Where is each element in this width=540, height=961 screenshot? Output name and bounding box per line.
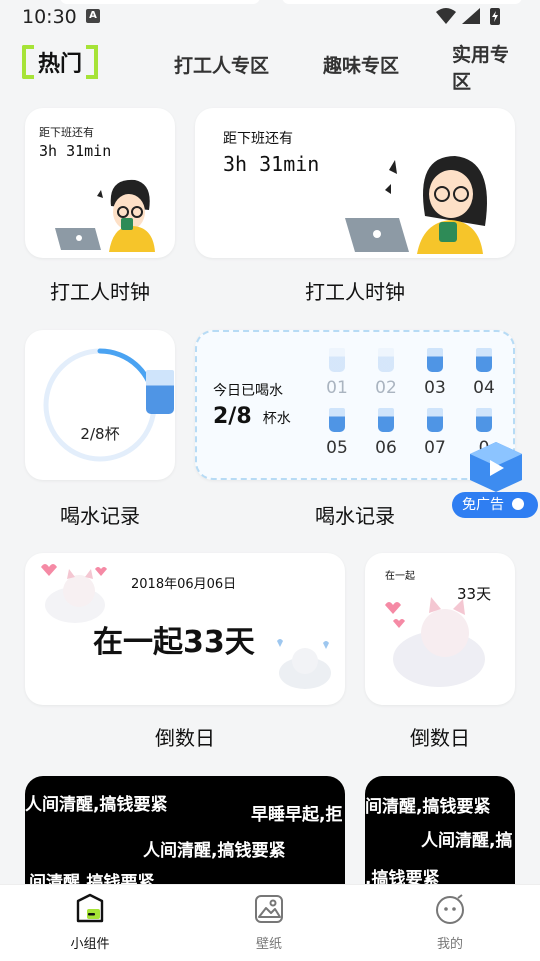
face-icon [436, 894, 464, 924]
water-cup-item[interactable]: 05 [315, 408, 359, 458]
water-cup-item[interactable]: 02 [364, 348, 408, 398]
tab-practical-label-2: 区 [452, 71, 472, 93]
nav-widgets-label: 小组件 [70, 937, 110, 952]
water-small-card[interactable]: 2/8杯 [25, 330, 175, 480]
notification-icon: A [86, 9, 100, 23]
nav-wallpaper-label: 壁纸 [255, 937, 282, 952]
nav-widgets[interactable]: 小组件 [50, 893, 130, 952]
cup-number: 02 [375, 378, 397, 398]
water-count-small: 2/8杯 [80, 425, 120, 443]
countdown-date: 2018年06月06日 [131, 577, 237, 592]
image-icon [255, 895, 283, 923]
tab-practical-label: 实用专 [452, 44, 510, 66]
previous-content-peek [282, 0, 522, 4]
work-clock-small-card[interactable]: 距下班还有 3h 31min [25, 108, 175, 258]
cup-number: 03 [424, 378, 446, 398]
work-clock-time-large: 3h 31min [223, 152, 320, 176]
work-clock-time: 3h 31min [39, 142, 112, 160]
water-count-large: 2/8 杯水 [213, 404, 291, 429]
tab-bracket-right [86, 45, 99, 79]
water-label-1: 喝水记录 [60, 504, 140, 528]
water-cup-icon [146, 370, 174, 414]
tab-worker[interactable]: 打工人专区 [174, 51, 269, 78]
previous-content-peek [60, 0, 260, 4]
cup-icon [427, 408, 443, 432]
countdown-label-1: 倒数日 [155, 726, 215, 750]
water-cup-item[interactable]: 01 [315, 348, 359, 398]
countdown-large-card[interactable]: 2018年06月06日 在一起33天 [25, 553, 345, 705]
tab-practical[interactable]: 实用专 区 [452, 40, 522, 94]
worker-illustration [55, 179, 155, 252]
countdown-label-2: 倒数日 [410, 726, 470, 750]
tab-hot-label: 热门 [38, 52, 83, 77]
cup-number: 07 [424, 438, 446, 458]
water-cup-item[interactable]: 07 [413, 408, 457, 458]
cup-number: 01 [326, 378, 348, 398]
tab-hot[interactable]: 热门 [22, 44, 99, 80]
cup-icon [378, 408, 394, 432]
quote-line: 人间清醒,搞钱要紧 [25, 795, 168, 815]
cup-icon [329, 348, 345, 372]
water-count-unit: 杯水 [262, 411, 291, 427]
tab-bracket-left [22, 45, 34, 79]
countdown-small-caption: 在一起 [385, 571, 415, 582]
signal-icon [462, 8, 480, 24]
status-icons [436, 8, 500, 25]
wifi-icon [436, 8, 456, 24]
cup-number: 04 [473, 378, 495, 398]
water-title: 今日已喝水 [213, 383, 283, 399]
cat-hug-illustration [385, 597, 485, 687]
water-cup-item[interactable]: 06 [364, 408, 408, 458]
quote-line: 早睡早起,拒 [251, 805, 343, 825]
work-clock-large-card[interactable]: 距下班还有 3h 31min [195, 108, 515, 258]
tab-fun[interactable]: 趣味专区 [323, 51, 399, 78]
quote-line: 人间清醒,搞钱要紧 [143, 841, 286, 861]
countdown-text: 在一起33天 [93, 625, 255, 660]
cup-icon [476, 408, 492, 432]
bottom-nav: 小组件 壁纸 我的 [0, 884, 540, 961]
cube-icon [470, 442, 522, 492]
work-clock-caption-large: 距下班还有 [223, 131, 293, 147]
work-clock-label-2: 打工人时钟 [305, 280, 405, 304]
cup-number: 06 [375, 438, 397, 458]
countdown-small-card[interactable]: 在一起 33天 [365, 553, 515, 705]
cup-icon [476, 348, 492, 372]
status-bar: 10:30 A [0, 0, 540, 34]
work-clock-label-1: 打工人时钟 [50, 280, 150, 304]
water-cup-item[interactable]: 03 [413, 348, 457, 398]
water-label-2: 喝水记录 [315, 504, 395, 528]
quote-line: 间清醒,搞钱要紧 [365, 797, 491, 817]
cup-icon [329, 408, 345, 432]
cat-illustration-2 [277, 639, 331, 689]
cup-icon [427, 348, 443, 372]
status-time: 10:30 [22, 6, 77, 28]
cup-icon [378, 348, 394, 372]
water-count-value: 2/8 [213, 404, 252, 429]
cup-number: 05 [326, 438, 348, 458]
worker-girl-illustration [345, 156, 487, 254]
nav-mine[interactable]: 我的 [410, 893, 490, 952]
nav-mine-label: 我的 [436, 937, 463, 952]
water-progress-ring [43, 348, 157, 462]
work-clock-caption: 距下班还有 [39, 126, 94, 139]
nav-wallpaper[interactable]: 壁纸 [229, 893, 309, 952]
quote-line: 人间清醒,搞 [421, 831, 513, 851]
water-cup-item[interactable]: 04 [462, 348, 506, 398]
widget-icon [76, 893, 104, 923]
